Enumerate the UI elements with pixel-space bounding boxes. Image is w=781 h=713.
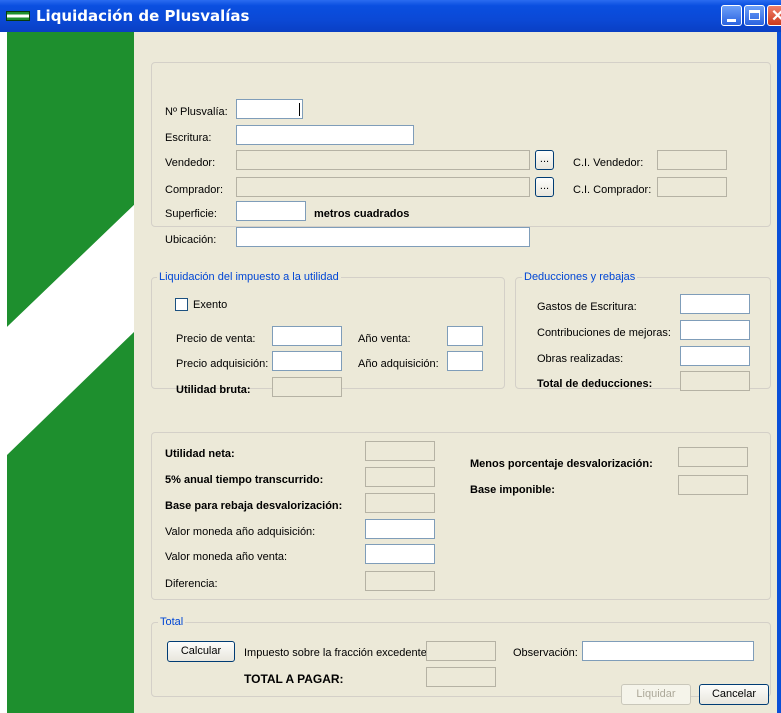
superficie-input[interactable] [236,201,306,221]
calcular-button[interactable]: Calcular [167,641,235,662]
escritura-label: Escritura: [165,132,212,144]
ubicacion-label: Ubicación: [165,234,217,246]
anio-venta-input[interactable] [447,326,483,346]
anio-adquisicion-input[interactable] [447,351,483,371]
superficie-unit-label: metros cuadrados [314,208,410,220]
base-imponible-input [678,475,748,495]
total-deducciones-label: Total de deducciones: [537,378,653,390]
vendedor-input [236,150,530,170]
minimize-button[interactable] [721,5,742,26]
maximize-button[interactable] [744,5,765,26]
base-rebaja-label: Base para rebaja desvalorización: [165,500,343,512]
precio-adquisicion-label: Precio adquisición: [176,358,269,370]
exento-checkbox[interactable] [175,298,188,311]
utilidad-neta-label: Utilidad neta: [165,448,235,460]
valor-adquisicion-input[interactable] [365,519,435,539]
contribuciones-label: Contribuciones de mejoras: [537,327,671,339]
contribuciones-input[interactable] [680,320,750,340]
close-icon: ✕ [771,8,781,25]
ubicacion-input[interactable] [236,227,530,247]
utilidad-bruta-label: Utilidad bruta: [176,384,251,396]
anio-venta-label: Año venta: [358,333,411,345]
total-pagar-label: TOTAL A PAGAR: [244,672,344,686]
observacion-input[interactable] [582,641,754,661]
comprador-input [236,177,530,197]
vendedor-browse-button[interactable]: ... [535,150,554,170]
title-bar[interactable]: Liquidación de Plusvalías ✕ [0,0,781,32]
minimize-icon [727,19,736,22]
anual-label: 5% anual tiempo transcurrido: [165,474,324,486]
total-pagar-input [426,667,496,687]
window-title: Liquidación de Plusvalías [36,7,250,25]
ci-vendedor-input [657,150,727,170]
app-flag-icon [6,11,30,21]
deducciones-group-title: Deducciones y rebajas [522,270,638,284]
impuesto-input [426,641,496,661]
cancelar-button[interactable]: Cancelar [699,684,769,705]
ci-comprador-label: C.I. Comprador: [573,184,652,196]
obras-input[interactable] [680,346,750,366]
total-deducciones-input [680,371,750,391]
impuesto-label: Impuesto sobre la fracción excedente: [244,647,430,659]
liquidacion-group-title: Liquidación del impuesto a la utilidad [157,270,341,284]
nplusvalia-input[interactable] [236,99,303,119]
diferencia-label: Diferencia: [165,578,218,590]
comprador-browse-button[interactable]: ... [535,177,554,197]
flag-decoration [7,32,134,713]
window-left-edge [0,32,7,713]
observacion-label: Observación: [513,647,578,659]
escritura-input[interactable] [236,125,414,145]
base-rebaja-input [365,493,435,513]
utilidad-bruta-input [272,377,342,397]
precio-venta-label: Precio de venta: [176,333,256,345]
gastos-escritura-label: Gastos de Escritura: [537,301,637,313]
gastos-escritura-input[interactable] [680,294,750,314]
vendedor-label: Vendedor: [165,157,216,169]
menos-porcentaje-input [678,447,748,467]
comprador-label: Comprador: [165,184,224,196]
valor-venta-input[interactable] [365,544,435,564]
valor-venta-label: Valor moneda año venta: [165,551,288,563]
precio-venta-input[interactable] [272,326,342,346]
menos-porcentaje-label: Menos porcentaje desvalorización: [470,458,653,470]
window-right-border [777,32,781,713]
anual-input [365,467,435,487]
ci-comprador-input [657,177,727,197]
exento-label: Exento [193,299,228,311]
close-button[interactable]: ✕ [767,5,781,26]
anio-adquisicion-label: Año adquisición: [358,358,439,370]
diferencia-input [365,571,435,591]
ci-vendedor-label: C.I. Vendedor: [573,157,644,169]
liquidar-button[interactable]: Liquidar [621,684,691,705]
obras-label: Obras realizadas: [537,353,624,365]
maximize-icon [749,10,760,20]
total-group-title: Total [158,615,186,629]
nplusvalia-label: Nº Plusvalía: [165,106,228,118]
utilidad-neta-input [365,441,435,461]
valor-adquisicion-label: Valor moneda año adquisición: [165,526,316,538]
text-caret [299,103,300,116]
superficie-label: Superficie: [165,208,217,220]
precio-adquisicion-input[interactable] [272,351,342,371]
base-imponible-label: Base imponible: [470,484,555,496]
